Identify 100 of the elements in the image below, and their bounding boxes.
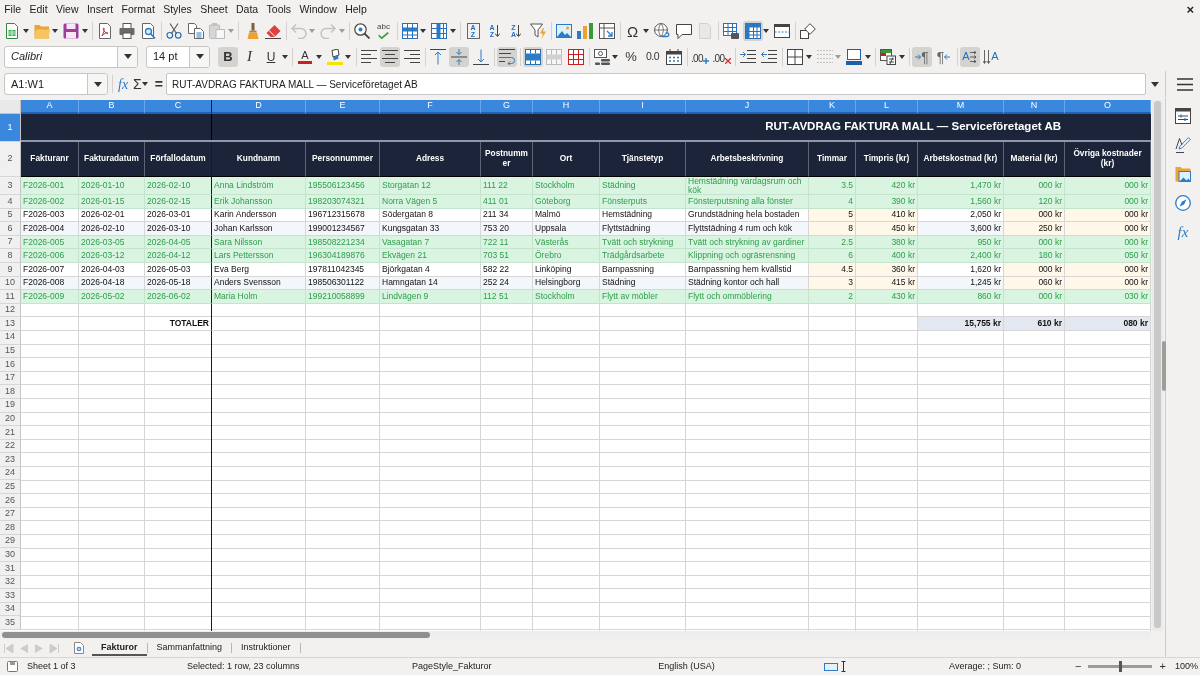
row-number[interactable]: 28: [0, 521, 21, 535]
zoom-in-button[interactable]: +: [1159, 661, 1166, 672]
caret-icon[interactable]: [315, 54, 322, 59]
row-number[interactable]: 13: [0, 317, 21, 331]
row-number[interactable]: 3: [0, 177, 21, 195]
menu-item[interactable]: View: [51, 2, 83, 17]
unmerge-cells-button[interactable]: [565, 46, 586, 67]
text-cursor-icon[interactable]: [841, 661, 846, 672]
row-number[interactable]: 30: [0, 548, 21, 563]
column-letter[interactable]: D: [212, 100, 306, 114]
column-letter[interactable]: F: [380, 100, 481, 114]
freeze-panes-button[interactable]: [742, 21, 763, 41]
row-number[interactable]: 35: [0, 616, 21, 630]
caret-icon[interactable]: [123, 54, 132, 59]
conditional-format-button[interactable]: [878, 46, 898, 67]
caret-icon[interactable]: [345, 54, 351, 59]
caret-icon[interactable]: [81, 29, 88, 33]
insert-chart-button[interactable]: [575, 21, 595, 41]
number-format-button[interactable]: 0.0: [642, 46, 663, 67]
pen-icon[interactable]: [1175, 137, 1191, 153]
page-plus-icon[interactable]: [74, 642, 84, 654]
menu-item[interactable]: Insert: [82, 2, 118, 17]
sum-button[interactable]: Σ: [132, 73, 143, 95]
delete-decimal-button[interactable]: .00: [711, 46, 732, 67]
caret-icon[interactable]: [195, 54, 204, 59]
pivot-table-button[interactable]: [596, 21, 617, 41]
add-decimal-button[interactable]: .00: [690, 46, 710, 67]
zoom-out-button[interactable]: −: [1075, 661, 1082, 672]
insert-image-button[interactable]: [553, 21, 574, 41]
row-number[interactable]: 26: [0, 494, 21, 508]
wrap-text-button[interactable]: [496, 46, 517, 67]
columns-button[interactable]: [429, 21, 449, 41]
zoom-slider-thumb[interactable]: [1119, 661, 1123, 672]
row-number[interactable]: 8: [0, 249, 21, 263]
scrollbar-thumb[interactable]: [2, 632, 430, 638]
save-button[interactable]: [61, 21, 81, 41]
row-number[interactable]: 6: [0, 222, 21, 236]
column-letter[interactable]: K: [809, 100, 856, 114]
find-replace-button[interactable]: [352, 21, 372, 41]
caret-icon[interactable]: [643, 29, 649, 33]
caret-icon[interactable]: [93, 81, 102, 87]
rows-button[interactable]: [399, 21, 420, 41]
menu-item[interactable]: Styles: [159, 2, 196, 17]
folder-image-icon[interactable]: [1175, 166, 1191, 182]
currency-format-button[interactable]: [591, 46, 612, 67]
row-number[interactable]: 2: [0, 142, 21, 177]
column-letter[interactable]: H: [533, 100, 600, 114]
font-size-box[interactable]: 14 pt: [146, 45, 210, 68]
menu-item[interactable]: Format: [117, 2, 159, 17]
highlighting-button[interactable]: [324, 46, 345, 67]
caret-icon[interactable]: [52, 29, 58, 33]
print-area-button[interactable]: [721, 21, 741, 41]
sheet-tab[interactable]: Sammanfattning: [147, 640, 232, 656]
menu-icon[interactable]: [1177, 77, 1193, 91]
align-center-button[interactable]: [380, 46, 400, 67]
horizontal-scrollbar[interactable]: [0, 631, 1151, 639]
row-number[interactable]: 18: [0, 385, 21, 399]
menu-item[interactable]: Window: [295, 2, 341, 17]
row-number[interactable]: 31: [0, 562, 21, 576]
column-letter[interactable]: C: [145, 100, 212, 114]
column-letter[interactable]: A: [21, 100, 79, 114]
vertical-text-button[interactable]: A: [981, 46, 1001, 67]
autofilter-button[interactable]: [527, 21, 548, 41]
bold-button[interactable]: B: [218, 46, 238, 67]
special-character-button[interactable]: Ω: [622, 21, 643, 41]
row-number[interactable]: 25: [0, 480, 21, 495]
caret-icon[interactable]: [763, 29, 769, 33]
row-number[interactable]: 11: [0, 290, 21, 304]
font-name-box[interactable]: Calibri: [4, 45, 138, 68]
sheet-tab[interactable]: Instruktioner: [232, 640, 300, 656]
caret-icon[interactable]: [281, 54, 288, 59]
left-to-right-button[interactable]: ¶: [912, 46, 932, 67]
column-letter[interactable]: N: [1004, 100, 1065, 114]
formula-input[interactable]: RUT-AVDRAG FAKTURA MALL — Serviceföretaget AB: [165, 73, 1146, 95]
row-number[interactable]: 23: [0, 453, 21, 467]
caret-icon[interactable]: [898, 54, 905, 59]
spelling-button[interactable]: abc: [373, 21, 394, 41]
row-number[interactable]: 21: [0, 426, 21, 440]
row-number[interactable]: 33: [0, 589, 21, 603]
sheet-tab[interactable]: Fakturor: [92, 640, 147, 656]
column-letter[interactable]: J: [686, 100, 809, 114]
caret-icon[interactable]: [805, 54, 812, 59]
close-document-button[interactable]: ×: [1183, 3, 1197, 16]
menu-item[interactable]: File: [0, 2, 26, 17]
font-color-button[interactable]: A: [295, 46, 315, 67]
caret-icon[interactable]: [864, 54, 871, 59]
caret-icon[interactable]: [612, 54, 618, 59]
row-number[interactable]: 4: [0, 195, 21, 209]
column-letter[interactable]: G: [481, 100, 533, 114]
borders-button[interactable]: [785, 46, 805, 67]
menu-item[interactable]: Tools: [262, 2, 296, 17]
menu-item[interactable]: Help: [341, 2, 371, 17]
formula-button[interactable]: =: [153, 73, 164, 95]
merge-center-button[interactable]: [522, 46, 543, 67]
split-window-button[interactable]: [772, 21, 792, 41]
column-letter[interactable]: I: [600, 100, 686, 114]
column-letter[interactable]: O: [1065, 100, 1151, 114]
align-top-button[interactable]: [427, 46, 448, 67]
compass-icon[interactable]: [1175, 195, 1191, 211]
row-number[interactable]: 16: [0, 358, 21, 372]
